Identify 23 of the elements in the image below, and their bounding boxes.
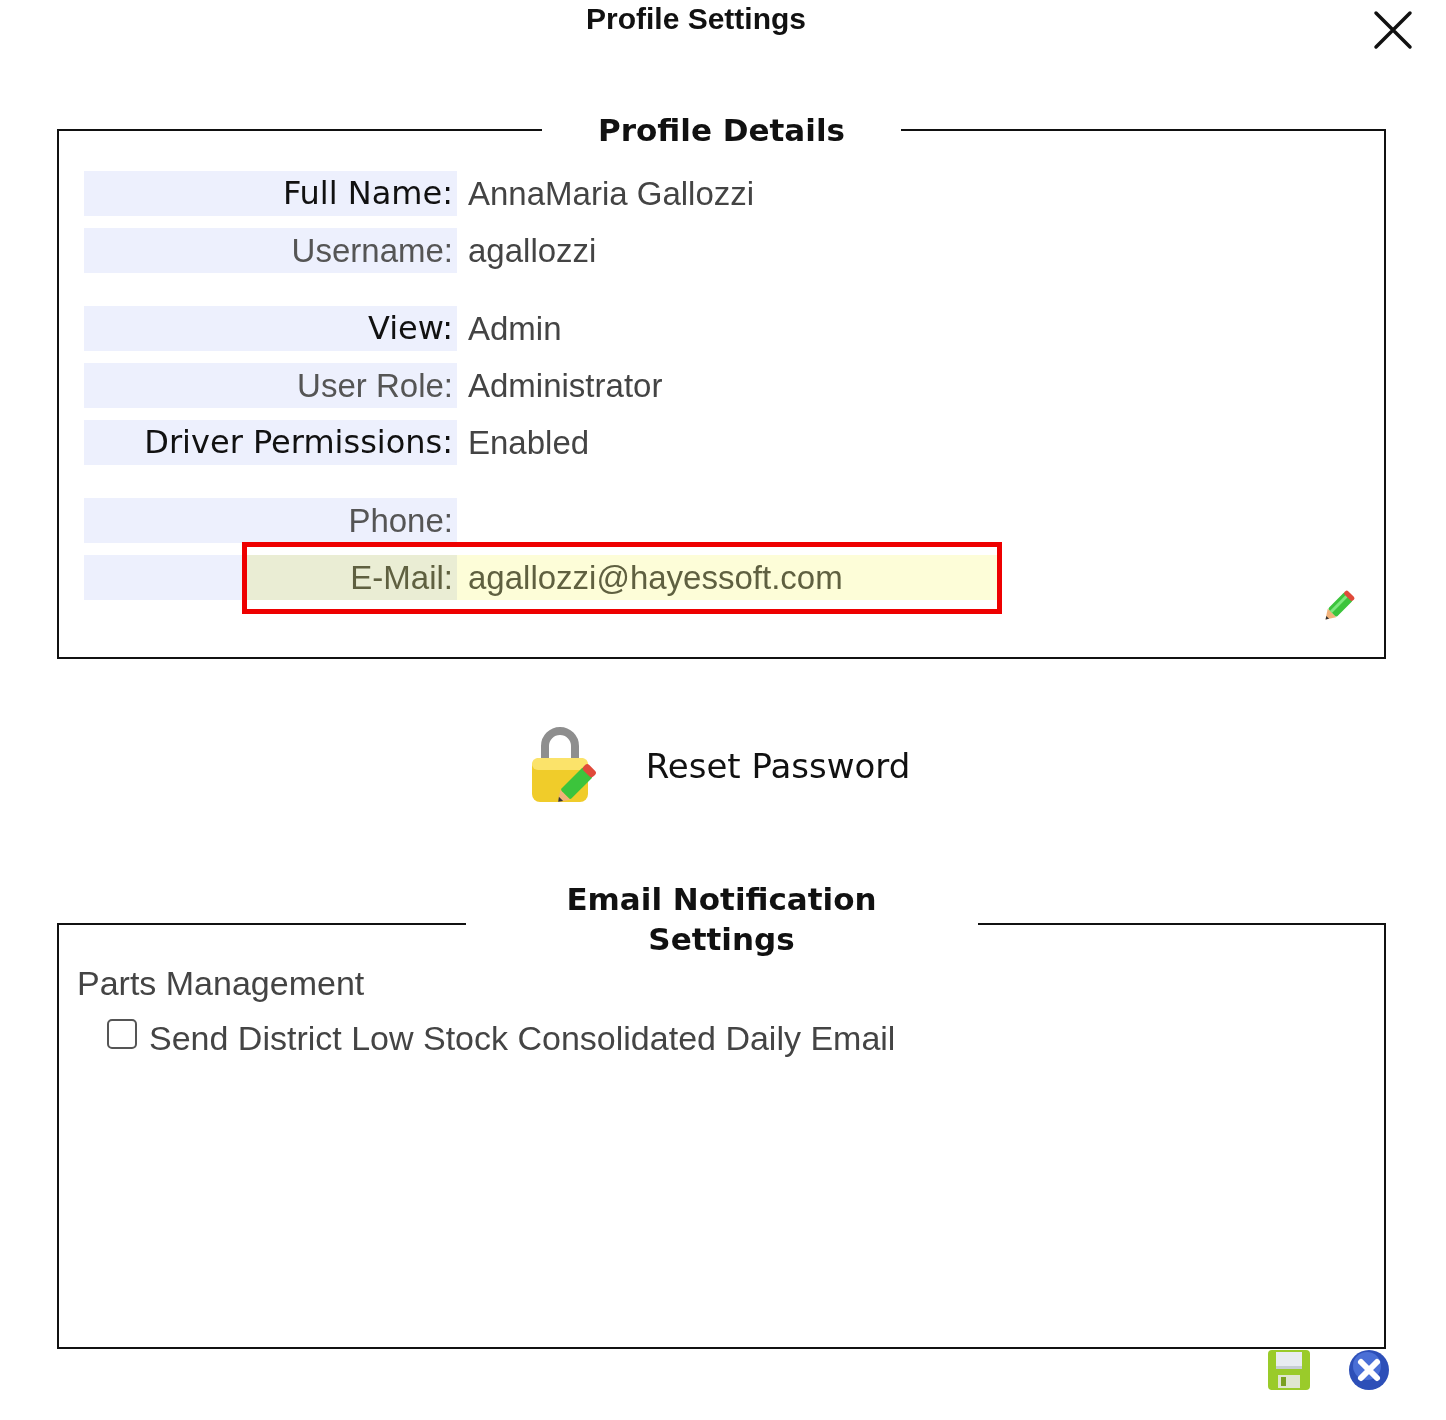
panel-title: Profile Details: [598, 112, 845, 148]
field-label: E-Mail:: [84, 555, 457, 600]
dialog-title: Profile Settings: [584, 1, 807, 37]
field-value: AnnaMaria Gallozzi: [468, 175, 755, 212]
field-value: Admin: [468, 310, 562, 347]
field-value: agallozzi: [468, 232, 597, 269]
field-value: Administrator: [468, 367, 663, 404]
field-label: Full Name:: [84, 171, 457, 216]
field-label: User Role:: [84, 363, 457, 408]
field-label: Username:: [84, 228, 457, 273]
field-label: Driver Permissions:: [84, 420, 457, 465]
cancel-icon[interactable]: [1347, 1348, 1391, 1392]
checkbox[interactable]: [107, 1018, 137, 1049]
field-value: agallozzi@hayessoft.com: [468, 559, 843, 596]
checkbox-label[interactable]: Send District Low Stock Consolidated Daily Email: [149, 1019, 896, 1058]
section-heading: Parts Management: [77, 964, 365, 1003]
field-label: View:: [84, 306, 457, 351]
panel-title: Email Notification Settings: [565, 880, 878, 959]
reset-password-link[interactable]: Reset Password: [645, 746, 911, 786]
save-icon[interactable]: [1267, 1349, 1311, 1391]
close-icon[interactable]: [1373, 10, 1413, 50]
field-value: Enabled: [468, 424, 590, 461]
field-label: Phone:: [84, 498, 457, 543]
